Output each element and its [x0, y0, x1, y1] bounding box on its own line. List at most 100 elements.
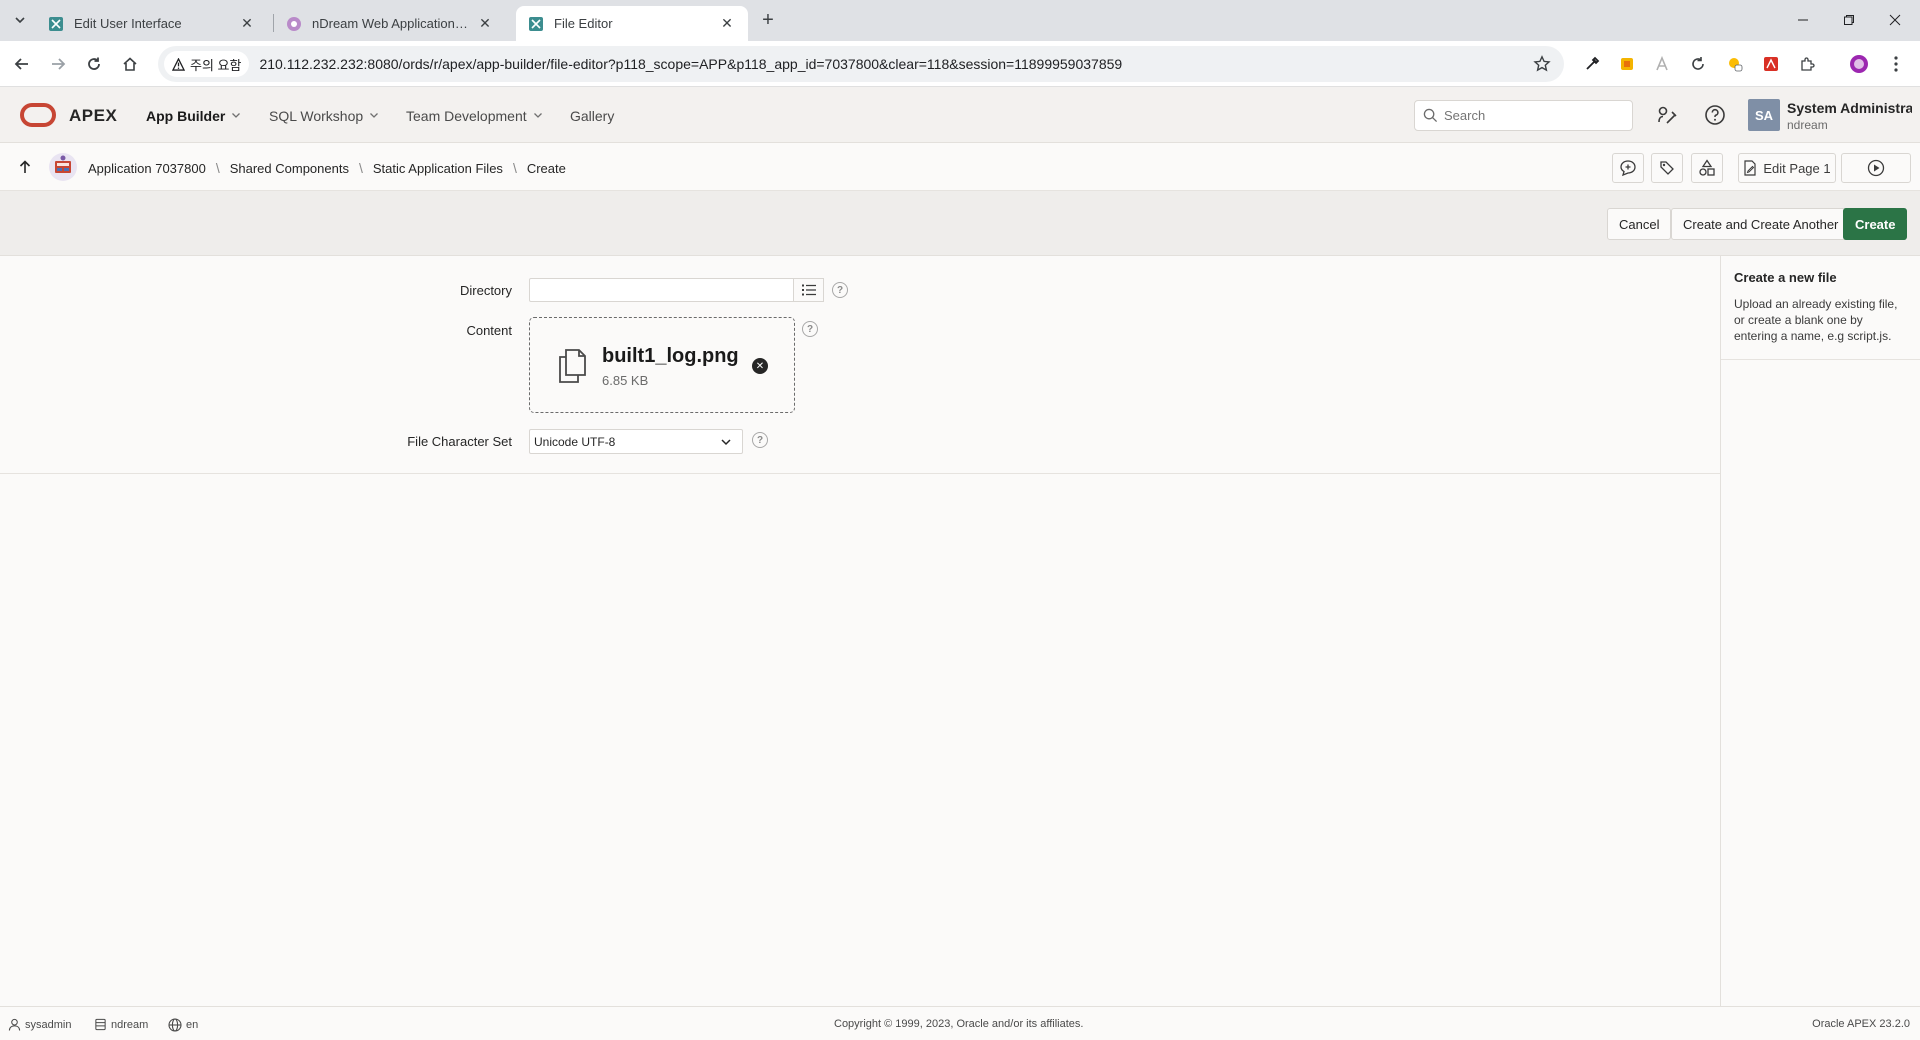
- oracle-logo-icon[interactable]: [20, 103, 56, 127]
- tab-close-icon[interactable]: ✕: [476, 15, 494, 33]
- remove-file-icon[interactable]: ✕: [752, 358, 768, 374]
- developer-comments-button[interactable]: [1612, 153, 1644, 183]
- apex-favicon-icon: [528, 16, 544, 32]
- tab-title: Edit User Interface: [74, 16, 182, 31]
- user-workspace: ndream: [1787, 118, 1828, 132]
- directory-input[interactable]: [529, 278, 794, 302]
- menu-label: SQL Workshop: [269, 108, 364, 124]
- chevron-down-icon: [369, 110, 379, 123]
- content-help-icon[interactable]: ?: [802, 321, 818, 337]
- product-name[interactable]: APEX: [69, 106, 117, 126]
- browser-tab-file-editor[interactable]: File Editor ✕: [516, 6, 748, 41]
- create-button[interactable]: Create: [1843, 208, 1908, 240]
- breadcrumb-static-application-files[interactable]: Static Application Files: [373, 161, 503, 176]
- weather-extension-icon[interactable]: [1723, 52, 1747, 76]
- extensions-puzzle-icon[interactable]: [1795, 52, 1819, 76]
- menu-team-development[interactable]: Team Development: [406, 108, 543, 124]
- create-and-create-another-button[interactable]: Create and Create Another: [1671, 208, 1851, 240]
- forward-arrow-icon[interactable]: [44, 50, 72, 78]
- menu-label: App Builder: [146, 108, 226, 124]
- administration-wrench-icon[interactable]: [1653, 101, 1681, 129]
- pdf-extension-icon[interactable]: [1759, 52, 1783, 76]
- edit-page-icon: [1744, 160, 1756, 176]
- application-icon[interactable]: [48, 152, 78, 182]
- search-input[interactable]: [1444, 108, 1624, 123]
- shared-components-button[interactable]: [1691, 153, 1723, 183]
- menu-app-builder[interactable]: App Builder: [146, 108, 241, 124]
- security-warning-chip[interactable]: 주의 요함: [164, 51, 250, 77]
- window-restore-icon[interactable]: [1826, 6, 1872, 34]
- tab-close-icon[interactable]: ✕: [718, 15, 736, 33]
- eyedropper-extension-icon[interactable]: [1580, 52, 1604, 76]
- up-arrow-icon[interactable]: [16, 158, 34, 176]
- footer-version: Oracle APEX 23.2.0: [1812, 1018, 1910, 1030]
- bookmark-star-icon[interactable]: [1530, 52, 1554, 76]
- notes-extension-icon[interactable]: [1615, 52, 1639, 76]
- breadcrumb-bar: Application 7037800 \ Shared Components …: [0, 143, 1920, 191]
- profile-avatar-icon[interactable]: [1847, 52, 1871, 76]
- edit-page-button[interactable]: Edit Page 1: [1738, 153, 1836, 183]
- tab-title: nDream Web Application - Log In: [312, 16, 468, 31]
- list-icon: [801, 284, 816, 296]
- menu-sql-workshop[interactable]: SQL Workshop: [269, 108, 379, 124]
- action-bar: Cancel Create and Create Another Create: [0, 191, 1920, 256]
- user-avatar[interactable]: SA: [1748, 99, 1780, 131]
- help-side-panel: Create a new file Upload an already exis…: [1720, 256, 1920, 1006]
- footer-language[interactable]: en: [168, 1018, 198, 1032]
- browser-tab-ndream-login[interactable]: nDream Web Application - Log In ✕: [274, 6, 506, 41]
- user-name[interactable]: System Administrator: [1787, 100, 1912, 116]
- back-arrow-icon[interactable]: [8, 50, 36, 78]
- window-close-icon[interactable]: [1872, 6, 1918, 34]
- reload-icon[interactable]: [80, 50, 108, 78]
- breadcrumb-shared-components[interactable]: Shared Components: [230, 161, 349, 176]
- help-question-icon[interactable]: [1701, 101, 1729, 129]
- menu-label: Team Development: [406, 108, 527, 124]
- cancel-button[interactable]: Cancel: [1607, 208, 1672, 240]
- browser-tab-edit-user-interface[interactable]: Edit User Interface ✕: [36, 6, 268, 41]
- help-text: Upload an already existing file, or crea…: [1734, 297, 1898, 343]
- tab-search-chevron-icon[interactable]: [8, 8, 32, 32]
- footer-workspace[interactable]: ndream: [94, 1018, 148, 1031]
- file-form-region: Directory ? Content built1_log.png 6.85 …: [0, 256, 1720, 474]
- address-bar[interactable]: 주의 요함 210.112.232.232:8080/ords/r/apex/a…: [158, 46, 1564, 82]
- file-character-set-select[interactable]: Unicode UTF-8: [529, 429, 743, 454]
- breadcrumb-separator: \: [512, 160, 517, 176]
- home-icon[interactable]: [116, 50, 144, 78]
- content-file-dropzone[interactable]: built1_log.png 6.85 KB ✕: [529, 317, 795, 413]
- window-minimize-icon[interactable]: [1780, 6, 1826, 34]
- footer-language-label: en: [186, 1019, 199, 1031]
- globe-icon: [168, 1018, 182, 1032]
- tag-icon: [1660, 161, 1674, 175]
- charset-help-icon[interactable]: ?: [752, 432, 768, 448]
- footer-user-label: sysadmin: [25, 1018, 72, 1031]
- file-copy-icon: [559, 349, 586, 383]
- breadcrumb-separator: \: [215, 160, 220, 176]
- tab-close-icon[interactable]: ✕: [238, 15, 256, 33]
- breadcrumb-application[interactable]: Application 7037800: [88, 161, 206, 176]
- browser-toolbar: 주의 요함 210.112.232.232:8080/ords/r/apex/a…: [0, 41, 1920, 87]
- directory-list-button[interactable]: [793, 278, 824, 302]
- apex-search-box[interactable]: [1414, 100, 1633, 131]
- browser-menu-kebab-icon[interactable]: [1884, 52, 1908, 76]
- apex-header: APEX App Builder SQL Workshop Team Devel…: [0, 87, 1920, 143]
- directory-label: Directory: [459, 283, 512, 298]
- security-label: 주의 요함: [190, 57, 242, 73]
- font-extension-icon[interactable]: [1650, 52, 1674, 76]
- tab-title: File Editor: [554, 16, 613, 31]
- browser-tabstrip: Edit User Interface ✕ nDream Web Applica…: [0, 0, 1920, 41]
- url-text[interactable]: 210.112.232.232:8080/ords/r/apex/app-bui…: [259, 56, 1122, 72]
- uploaded-file-name: built1_log.png: [602, 345, 739, 367]
- search-icon: [1423, 108, 1438, 123]
- team-development-button[interactable]: [1651, 153, 1683, 183]
- help-title: Create a new file: [1734, 270, 1837, 285]
- footer-user[interactable]: sysadmin: [8, 1018, 71, 1031]
- chevron-down-icon: [533, 110, 543, 123]
- menu-label: Gallery: [570, 108, 615, 124]
- user-icon: [8, 1018, 21, 1031]
- directory-help-icon[interactable]: ?: [832, 282, 848, 298]
- new-tab-plus-icon[interactable]: +: [756, 8, 780, 32]
- run-page-button[interactable]: [1841, 153, 1911, 183]
- refresh-extension-icon[interactable]: [1686, 52, 1710, 76]
- main-content: Directory ? Content built1_log.png 6.85 …: [0, 256, 1720, 1006]
- menu-gallery[interactable]: Gallery: [570, 108, 614, 124]
